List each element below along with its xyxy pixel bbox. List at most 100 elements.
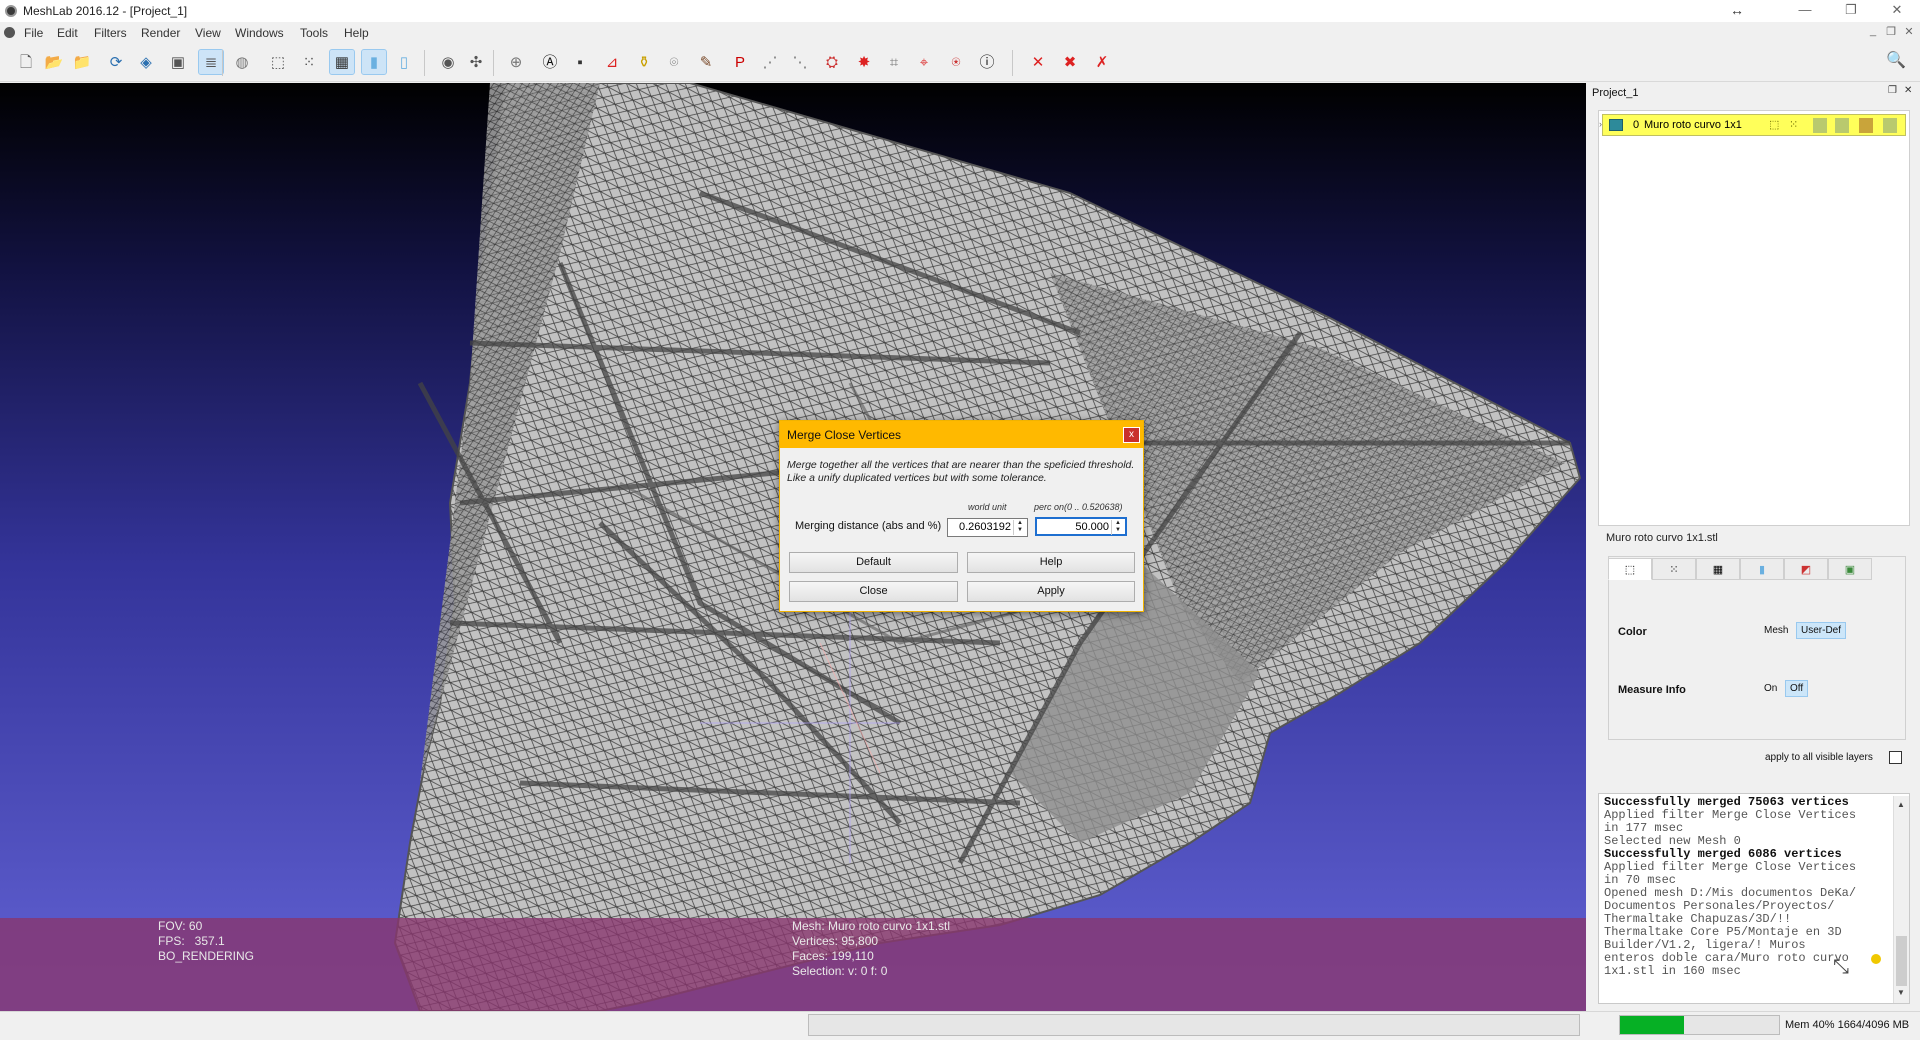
import-mesh-icon[interactable]: 📁 <box>70 50 94 74</box>
current-mesh-label: Muro roto curvo 1x1.stl <box>1606 532 1718 544</box>
log-lines: Successfully merged 75063 vertices Applie… <box>1604 796 1856 978</box>
menu-windows[interactable]: Windows <box>235 26 284 40</box>
georef-icon[interactable]: ⛭ <box>820 50 844 74</box>
align-icon[interactable]: ⊿ <box>600 50 624 74</box>
delete-faces-icon[interactable]: ✖ <box>1058 50 1082 74</box>
layers-icon[interactable]: ≣ <box>198 49 224 75</box>
dock-float-icon[interactable]: ❐ <box>1888 85 1897 96</box>
hud-mesh-name: Mesh: Muro roto curvo 1x1.stl <box>792 919 951 933</box>
mdi-close-button[interactable]: ✕ <box>1902 25 1916 38</box>
apply-button[interactable]: Apply <box>967 581 1135 602</box>
brush-icon[interactable]: ✎ <box>694 50 718 74</box>
tab-bbox[interactable]: ⬚ <box>1608 558 1652 580</box>
notification-dot-icon <box>1871 954 1881 964</box>
search-icon[interactable]: 🔍 <box>1886 50 1906 70</box>
info-icon[interactable]: ⓘ <box>975 50 999 74</box>
layer-decorators-icon[interactable] <box>1883 118 1897 133</box>
dock-close-icon[interactable]: ✕ <box>1904 85 1912 96</box>
window-close-button[interactable]: ✕ <box>1874 0 1920 22</box>
layer-wire-icon[interactable] <box>1813 118 1827 133</box>
mdi-restore-button[interactable]: ❐ <box>1884 25 1898 38</box>
star-select-icon[interactable]: ✸ <box>852 50 876 74</box>
new-project-icon[interactable]: 🗋 <box>14 50 38 74</box>
world-unit-caption: world unit <box>968 502 1007 512</box>
export-mesh-icon[interactable]: ◈ <box>134 50 158 74</box>
abs-distance-input[interactable]: 0.2603192 ▲ ▼ <box>947 518 1028 537</box>
close-button[interactable]: Close <box>789 581 958 602</box>
manipulator-icon[interactable]: ⊕ <box>504 50 528 74</box>
select-connected-icon[interactable]: ⌗ <box>882 50 906 74</box>
menu-help[interactable]: Help <box>344 26 369 40</box>
annotation-icon[interactable]: Ⓐ <box>538 50 562 74</box>
flat-icon[interactable]: ▮ <box>361 49 387 75</box>
layer-flat-icon[interactable] <box>1835 118 1849 133</box>
layer-row[interactable]: 0 Muro roto curvo 1x1 ⬚ ⁙ <box>1602 114 1906 136</box>
hud-render-info: FOV: 60 FPS: 357.1 BO_RENDERING <box>158 919 254 964</box>
layer-texture-icon[interactable] <box>1859 118 1873 133</box>
mdi-minimize-button[interactable]: _ <box>1866 25 1880 37</box>
dialog-close-icon[interactable]: x <box>1123 427 1140 443</box>
wireframe-icon[interactable]: ▦ <box>329 49 355 75</box>
dialog-title: Merge Close Vertices <box>787 428 902 442</box>
raster-icon[interactable]: ◍ <box>230 50 254 74</box>
apply-all-checkbox[interactable] <box>1889 751 1902 764</box>
select-zone-icon[interactable]: ⍟ <box>944 50 968 74</box>
abs-spin-arrows-icon[interactable]: ▲ ▼ <box>1013 520 1026 535</box>
light-icon[interactable]: ◉ <box>436 50 460 74</box>
pickpoints-icon[interactable]: P <box>728 50 752 74</box>
menu-render[interactable]: Render <box>141 26 180 40</box>
toolbar-separator <box>424 50 425 76</box>
log-panel[interactable]: Successfully merged 75063 vertices Applie… <box>1598 793 1910 1004</box>
hud-selection: Selection: v: 0 f: 0 <box>792 964 888 978</box>
menu-edit[interactable]: Edit <box>57 26 78 40</box>
menu-tools[interactable]: Tools <box>300 26 328 40</box>
bbox-icon[interactable]: ⬚ <box>266 50 290 74</box>
measure-icon[interactable]: ▪ <box>568 50 592 74</box>
measure-option-on[interactable]: On <box>1760 681 1781 696</box>
default-button[interactable]: Default <box>789 552 958 573</box>
layer-points-icon[interactable]: ⁙ <box>1789 118 1798 131</box>
smooth-icon[interactable]: ▯ <box>392 50 416 74</box>
perc-distance-input[interactable]: 50.000 ▲ ▼ <box>1035 517 1127 536</box>
window-minimize-button[interactable]: — <box>1782 0 1828 22</box>
layer-tree <box>1598 110 1910 526</box>
scroll-up-icon[interactable]: ▲ <box>1897 800 1905 809</box>
tab-texture[interactable]: ◩ <box>1784 558 1828 580</box>
hud-vertices: Vertices: 95,800 <box>792 934 879 948</box>
scroll-thumb[interactable] <box>1896 936 1907 986</box>
log-scrollbar[interactable]: ▲ ▼ <box>1893 796 1909 1003</box>
color-option-mesh[interactable]: Mesh <box>1760 623 1792 638</box>
camera-icon[interactable]: ⌾ <box>662 50 686 74</box>
visibility-eye-icon[interactable] <box>1609 119 1623 131</box>
scroll-down-icon[interactable]: ▼ <box>1897 988 1905 997</box>
delete-vertices-icon[interactable]: ✕ <box>1026 50 1050 74</box>
select-vertices-icon[interactable]: ⋰ <box>758 50 782 74</box>
hud-mesh-info: Mesh: Muro roto curvo 1x1.stl Vertices: … <box>792 919 950 979</box>
perc-spin-arrows-icon[interactable]: ▲ ▼ <box>1111 520 1124 535</box>
layer-bbox-icon[interactable]: ⬚ <box>1769 118 1779 131</box>
tab-wire[interactable]: ▦ <box>1696 558 1740 580</box>
layer-index: 0 <box>1633 119 1640 131</box>
measure-option-off[interactable]: Off <box>1785 680 1809 697</box>
color-option-userdef[interactable]: User-Def <box>1796 622 1847 639</box>
snapshot-icon[interactable]: ▣ <box>166 50 190 74</box>
open-project-icon[interactable]: 📂 <box>42 50 66 74</box>
menu-view[interactable]: View <box>195 26 221 40</box>
points-icon[interactable]: ⁙ <box>297 50 321 74</box>
tab-decorators[interactable]: ▣ <box>1828 558 1872 580</box>
mdi-document-icon[interactable] <box>4 27 15 38</box>
trackball-icon[interactable]: ✣ <box>464 50 488 74</box>
delete-all-icon[interactable]: ✗ <box>1090 50 1114 74</box>
reload-icon[interactable]: ⟳ <box>104 50 128 74</box>
select-faces-icon[interactable]: ⋱ <box>788 50 812 74</box>
select-area-icon[interactable]: ⌖ <box>912 50 936 74</box>
color-label: Color <box>1618 626 1647 638</box>
tab-flat[interactable]: ▮ <box>1740 558 1784 580</box>
help-button[interactable]: Help <box>967 552 1135 573</box>
menu-filters[interactable]: Filters <box>94 26 127 40</box>
paint-icon[interactable]: ⚱ <box>632 50 656 74</box>
menu-file[interactable]: File <box>24 26 43 40</box>
window-restore-button[interactable]: ❐ <box>1828 0 1874 22</box>
tab-points[interactable]: ⁙ <box>1652 558 1696 580</box>
meshlab-app-icon <box>5 5 17 17</box>
